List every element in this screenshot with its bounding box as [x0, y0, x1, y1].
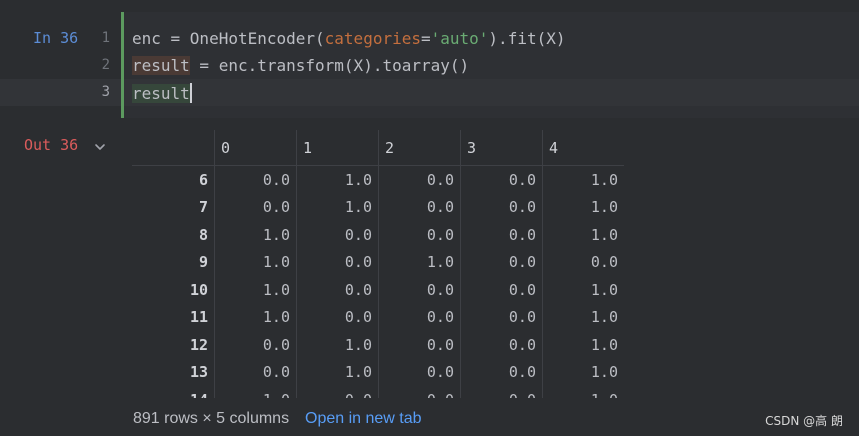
chevron-down-icon[interactable]	[93, 140, 107, 154]
table-cell[interactable]: 1.0	[296, 193, 379, 221]
table-cell[interactable]: 0.0	[378, 386, 461, 398]
highlighted-variable-token: result	[132, 56, 190, 75]
code-text[interactable]: result	[132, 83, 192, 103]
table-cell[interactable]: 1.0	[542, 303, 624, 331]
output-footer	[0, 398, 859, 436]
column-header[interactable]: 4	[542, 130, 624, 166]
code-token: =	[420, 29, 431, 48]
active-cell-indicator-bar	[121, 12, 124, 118]
table-cell[interactable]: 1.0	[214, 386, 297, 398]
highlighted-variable-token: result	[132, 84, 190, 103]
open-in-new-tab-link[interactable]: Open in new tab	[305, 410, 422, 428]
table-cell[interactable]: 0.0	[296, 248, 379, 276]
table-cell[interactable]: 1.0	[214, 248, 297, 276]
code-cell-input[interactable]: 1 enc = OneHotEncoder(categories='auto')…	[0, 12, 859, 118]
table-cell[interactable]: 0.0	[460, 386, 543, 398]
table-cell[interactable]: 1.0	[214, 303, 297, 331]
row-index: 6	[198, 170, 208, 189]
table-cell[interactable]: 0.0	[378, 165, 461, 194]
table-cell[interactable]: 0.0	[296, 221, 379, 249]
dataframe-shape-caption: 891 rows × 5 columns	[133, 410, 290, 427]
table-cell[interactable]: 0.0	[460, 331, 543, 359]
table-cell[interactable]: 1.0	[296, 165, 379, 194]
row-index: 11	[189, 308, 208, 327]
table-cell[interactable]: 0.0	[460, 303, 543, 331]
table-cell[interactable]: 1.0	[296, 358, 379, 386]
table-cell[interactable]: 0.0	[296, 386, 379, 398]
code-line-1[interactable]: 1 enc = OneHotEncoder(categories='auto')…	[0, 25, 859, 52]
table-cell[interactable]: 0.0	[378, 358, 461, 386]
table-cell[interactable]: 1.0	[214, 221, 297, 249]
table-row: 10 1.0 0.0 0.0 0.0 1.0	[132, 276, 624, 304]
table-cell[interactable]: 0.0	[296, 276, 379, 304]
table-cell[interactable]: 1.0	[542, 358, 624, 386]
string-token: 'auto'	[430, 29, 489, 48]
table-cell[interactable]: 0.0	[460, 248, 543, 276]
table-row: 7 0.0 1.0 0.0 0.0 1.0	[132, 193, 624, 221]
table-cell[interactable]: 0.0	[460, 221, 543, 249]
dataframe-table: 0 1 2 3 4 6 0.0 1.0 0.0 0.0 1.0 7 0.0 1.0 0.0 0.0 1…	[132, 130, 624, 398]
table-row: 9 1.0 0.0 1.0 0.0 0.0	[132, 248, 624, 276]
table-cell[interactable]: 0.0	[542, 248, 624, 276]
table-cell[interactable]: 1.0	[378, 248, 461, 276]
table-cell[interactable]: 1.0	[214, 276, 297, 304]
line-number: 1	[101, 30, 110, 46]
row-index: 14	[132, 386, 215, 398]
dataframe-output[interactable]: 0 1 2 3 4 6 0.0 1.0 0.0 0.0 1.0 7 0.0 1.0 0.0 0.0 1…	[132, 130, 859, 398]
table-cell[interactable]: 1.0	[542, 193, 624, 221]
code-line-2[interactable]: 2 result = enc.transform(X).toarray()	[0, 52, 859, 79]
table-cell[interactable]: 1.0	[542, 386, 624, 398]
code-text[interactable]: result = enc.transform(X).toarray()	[132, 56, 469, 75]
table-cell[interactable]: 0.0	[296, 303, 379, 331]
index-column-header	[132, 130, 215, 166]
code-token: enc = OneHotEncoder(	[132, 29, 325, 48]
output-prompt-label: Out 36	[24, 136, 79, 154]
code-token: ).fit(X)	[488, 29, 566, 48]
code-text[interactable]: enc = OneHotEncoder(categories='auto').f…	[132, 29, 565, 48]
table-cell[interactable]: 0.0	[214, 358, 297, 386]
input-prompt-label: In 36	[33, 29, 79, 47]
table-cell[interactable]: 0.0	[378, 221, 461, 249]
table-cell[interactable]: 0.0	[378, 193, 461, 221]
row-index: 8	[198, 225, 208, 244]
line-number: 3	[101, 84, 110, 100]
table-cell[interactable]: 1.0	[542, 165, 624, 194]
table-cell[interactable]: 0.0	[378, 331, 461, 359]
text-caret	[189, 83, 192, 103]
table-cell[interactable]: 0.0	[460, 193, 543, 221]
line-number: 2	[101, 57, 110, 73]
table-cell[interactable]: 0.0	[378, 276, 461, 304]
column-header[interactable]: 2	[378, 130, 461, 166]
table-header-row: 0 1 2 3 4	[132, 130, 624, 166]
table-cell[interactable]: 0.0	[460, 165, 543, 194]
column-header[interactable]: 0	[214, 130, 297, 166]
code-token: = enc.transform(X).toarray()	[189, 56, 470, 75]
table-cell[interactable]: 0.0	[460, 276, 543, 304]
table-cell[interactable]: 0.0	[214, 165, 297, 194]
table-row: 6 0.0 1.0 0.0 0.0 1.0	[132, 165, 624, 194]
table-row: 141.00.00.00.01.0	[132, 386, 624, 398]
row-index: 10	[189, 280, 208, 299]
table-cell[interactable]: 1.0	[296, 331, 379, 359]
table-cell[interactable]: 1.0	[542, 331, 624, 359]
column-header[interactable]: 1	[296, 130, 379, 166]
table-cell[interactable]: 0.0	[460, 358, 543, 386]
row-index: 12	[189, 335, 208, 354]
table-row: 8 1.0 0.0 0.0 0.0 1.0	[132, 221, 624, 249]
table-row: 12 0.0 1.0 0.0 0.0 1.0	[132, 331, 624, 359]
keyword-argument-token: categories	[324, 29, 421, 48]
row-index: 7	[198, 198, 208, 217]
table-cell[interactable]: 0.0	[214, 193, 297, 221]
table-cell[interactable]: 0.0	[214, 331, 297, 359]
table-cell[interactable]: 0.0	[378, 303, 461, 331]
column-header[interactable]: 3	[460, 130, 543, 166]
watermark: CSDN @高 朗	[765, 414, 843, 428]
table-row: 13 0.0 1.0 0.0 0.0 1.0	[132, 358, 624, 386]
table-row: 11 1.0 0.0 0.0 0.0 1.0	[132, 303, 624, 331]
table-cell[interactable]: 1.0	[542, 276, 624, 304]
row-index: 13	[189, 363, 208, 382]
table-cell[interactable]: 1.0	[542, 221, 624, 249]
row-index: 9	[198, 253, 208, 272]
code-line-3-current[interactable]: 3 result	[0, 79, 859, 106]
